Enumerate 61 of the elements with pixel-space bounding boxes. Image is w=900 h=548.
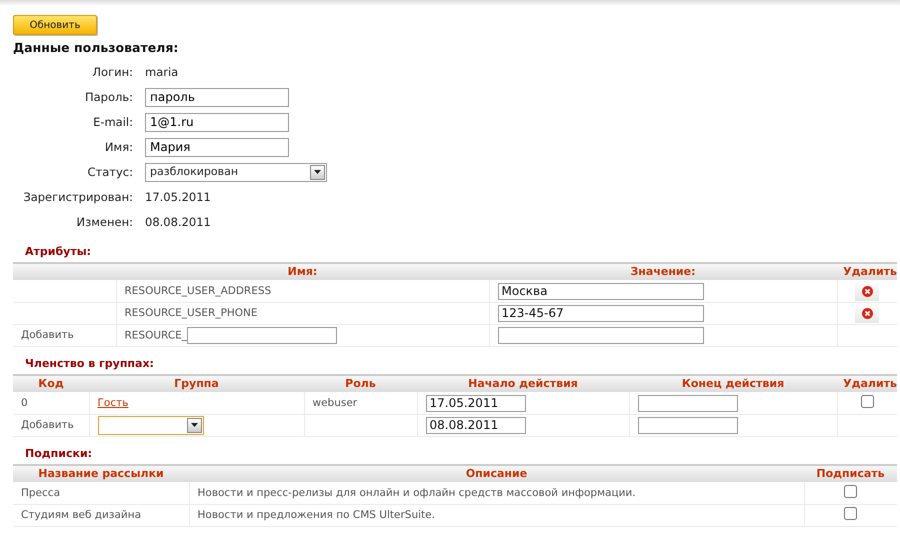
subscription-name: Студиям веб дизайна — [21, 508, 142, 521]
column-header: Подписать — [816, 467, 885, 480]
dropdown-value: разблокирован — [150, 164, 238, 180]
checkbox[interactable] — [844, 484, 858, 498]
input-field[interactable]: Мария — [145, 138, 289, 157]
field-label: Зарегистрирован: — [22, 188, 133, 206]
field-label: Изменен: — [76, 214, 133, 231]
column-header: Удалить — [843, 265, 897, 278]
group-code: 0 — [21, 396, 28, 408]
input-field[interactable] — [187, 326, 338, 344]
field-label: Пароль: — [84, 88, 133, 106]
section-title: Подписки: — [25, 446, 94, 462]
column-header: Конец действия — [682, 377, 784, 390]
dropdown-icon[interactable] — [310, 164, 325, 180]
input-field[interactable] — [498, 326, 704, 344]
column-header: Группа — [174, 377, 219, 390]
section-title: Данные пользователя: — [13, 39, 180, 57]
group-role: webuser — [312, 396, 358, 408]
column-header: Название рассылки — [38, 467, 164, 480]
input-field[interactable]: Москва — [498, 282, 704, 300]
column-header: Удалить — [843, 377, 897, 390]
input-field[interactable]: 17.05.2011 — [426, 394, 526, 412]
column-header: Имя: — [288, 265, 318, 278]
group-link[interactable]: Гость — [98, 396, 128, 408]
column-header: Роль — [345, 377, 376, 390]
attribute-prefix: RESOURCE_ — [124, 329, 188, 342]
row-label: Добавить — [21, 328, 74, 341]
delete-button[interactable] — [855, 303, 880, 324]
delete-icon — [862, 308, 873, 319]
field-label: Статус: — [86, 164, 133, 181]
subscription-description: Новости и предложения по CMS UlterSuite. — [198, 508, 435, 521]
dropdown-icon[interactable] — [186, 418, 202, 433]
field-value: 17.05.2011 — [145, 188, 211, 206]
section-title: Атрибуты: — [25, 244, 92, 260]
field-label: E-mail: — [92, 114, 133, 131]
input-field[interactable] — [638, 416, 738, 434]
attribute-name: RESOURCE_USER_PHONE — [124, 306, 258, 319]
delete-button[interactable] — [855, 281, 880, 301]
attribute-name: RESOURCE_USER_ADDRESS — [124, 284, 272, 296]
checkbox[interactable] — [844, 506, 858, 520]
row-label: Добавить — [21, 418, 74, 431]
section-title: Членство в группах: — [25, 356, 155, 372]
delete-icon — [862, 286, 873, 296]
status-dropdown[interactable]: разблокирован — [145, 162, 327, 182]
subscription-description: Новости и пресс-релизы для онлайн и офлайн средств массовой информации. — [198, 486, 636, 498]
field-label: Логин: — [91, 64, 133, 81]
column-header: Код — [38, 377, 64, 390]
field-value: 08.08.2011 — [145, 214, 211, 231]
input-field[interactable]: 1@1.ru — [145, 112, 289, 132]
input-field[interactable]: 123-45-67 — [498, 304, 704, 322]
field-label: Имя: — [104, 138, 133, 156]
input-field[interactable]: пароль — [145, 88, 289, 107]
refresh-button[interactable]: Обновить — [13, 15, 97, 35]
subscription-name: Пресса — [21, 486, 60, 498]
checkbox[interactable] — [860, 394, 874, 408]
column-header: Описание — [466, 467, 528, 480]
input-field[interactable]: 08.08.2011 — [426, 416, 526, 434]
field-value: maria — [145, 64, 178, 81]
column-header: Значение: — [630, 265, 696, 278]
column-header: Начало действия — [468, 377, 578, 390]
input-field[interactable] — [638, 394, 738, 412]
